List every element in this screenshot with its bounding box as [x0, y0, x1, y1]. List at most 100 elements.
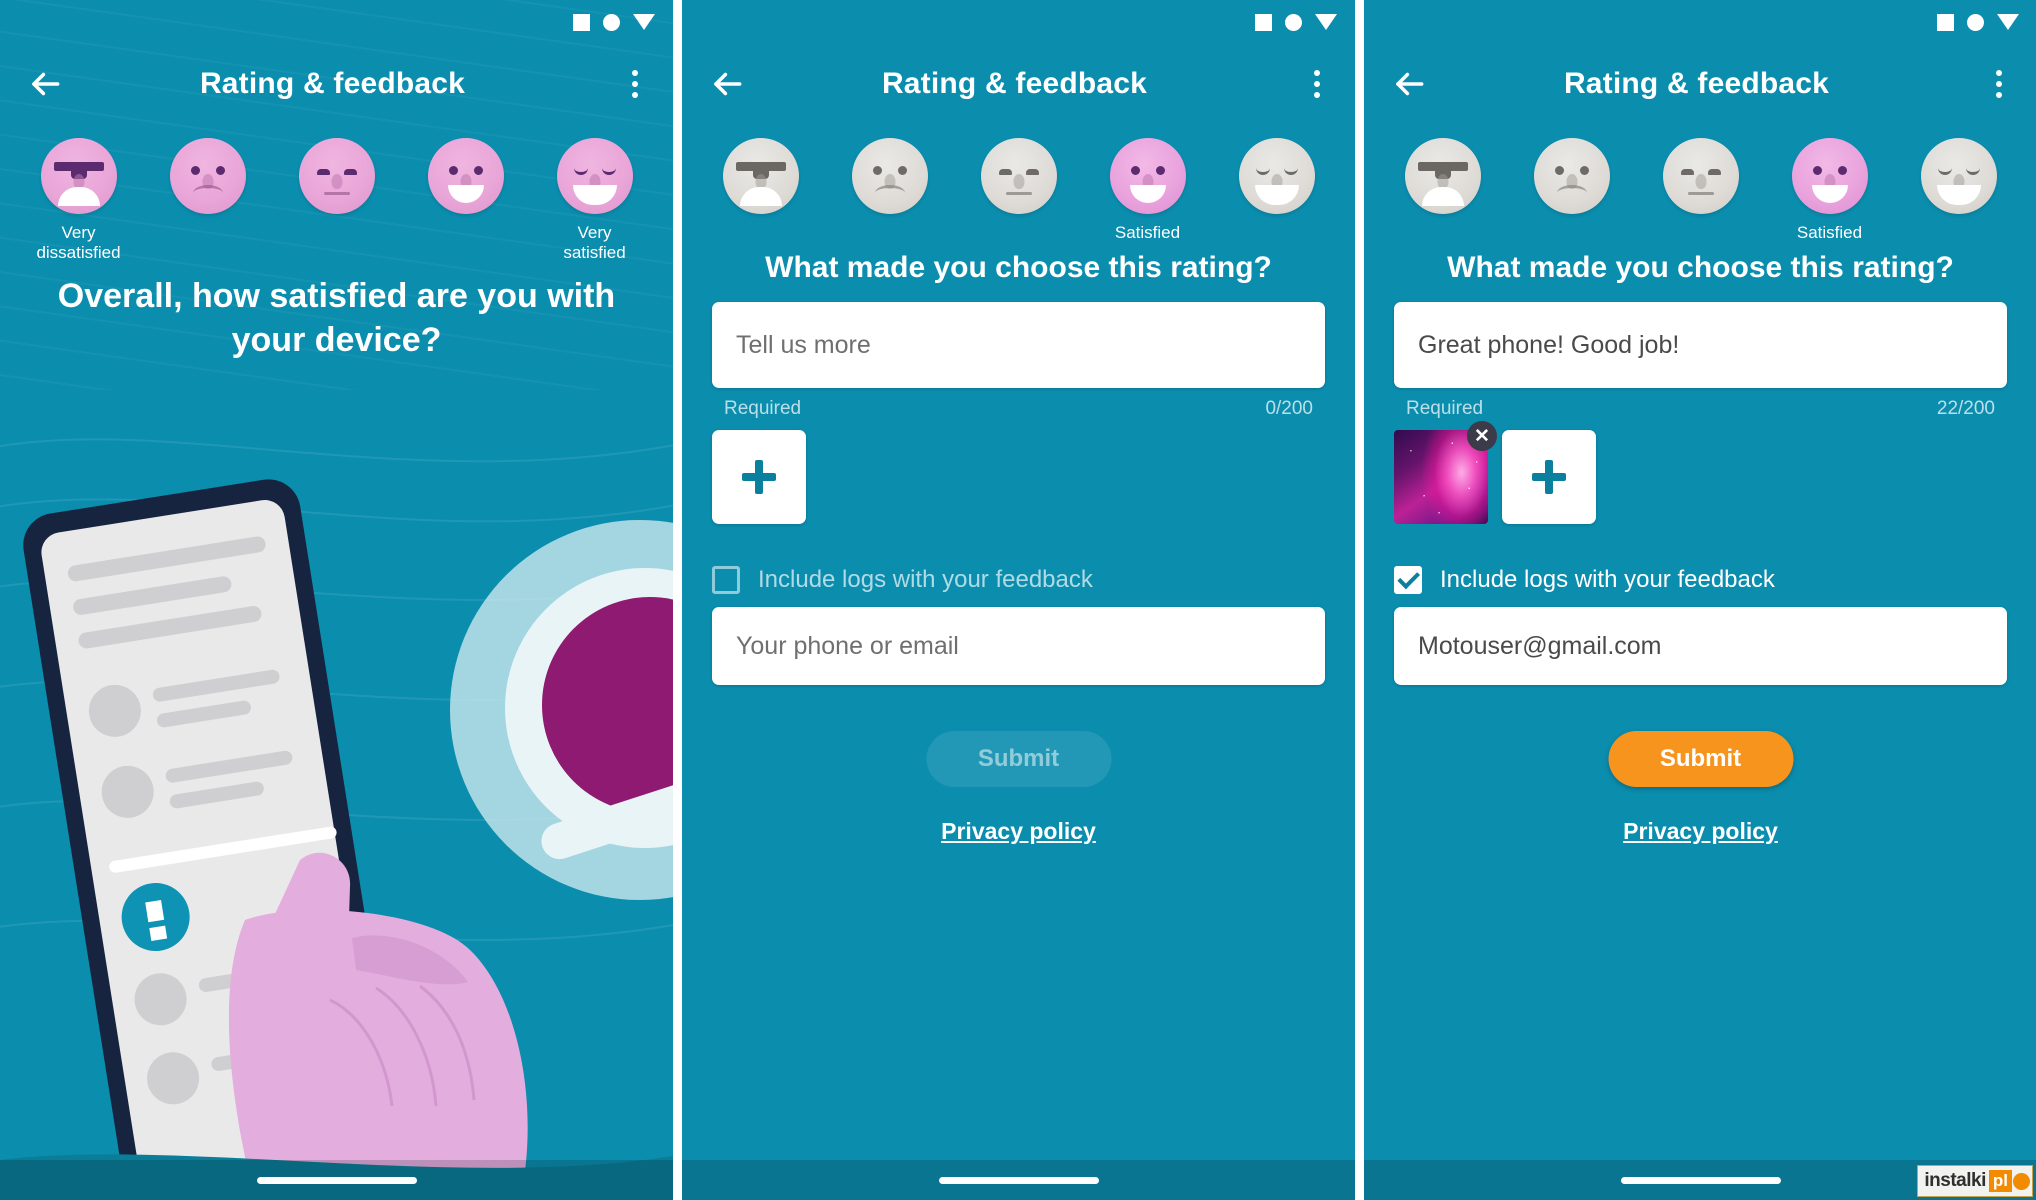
- face-dissatisfied-icon: [851, 138, 928, 214]
- include-logs-checkbox[interactable]: [1394, 566, 1422, 594]
- screen-feedback-empty: Rating & feedback Satisfied What made yo…: [682, 0, 1355, 1200]
- include-logs-row[interactable]: Include logs with your feedback: [1394, 566, 2007, 594]
- face-very-dissatisfied-icon: [722, 138, 799, 214]
- status-bar: [682, 0, 1355, 44]
- rating-option-neutral[interactable]: [281, 138, 393, 214]
- page-title: Rating & feedback: [1563, 67, 1830, 100]
- rating-option-satisfied[interactable]: [410, 138, 522, 214]
- face-very-satisfied-icon: [1920, 138, 1997, 214]
- rating-emoji-row: Satisfied: [1364, 138, 2036, 243]
- contact-input[interactable]: Motouser@gmail.com: [1394, 607, 2007, 685]
- rating-option-dissatisfied[interactable]: [1516, 138, 1628, 214]
- screenshot-strip: Rating & feedback Very dissatisfied Very…: [0, 0, 2036, 1200]
- home-indicator[interactable]: [938, 1176, 1099, 1184]
- rating-option-dissatisfied[interactable]: [834, 138, 946, 214]
- rating-option-neutral[interactable]: [963, 138, 1075, 214]
- privacy-policy-link[interactable]: Privacy policy: [682, 818, 1355, 845]
- face-neutral-icon: [980, 138, 1057, 214]
- required-label: Required: [724, 398, 802, 419]
- include-logs-checkbox[interactable]: [712, 566, 740, 594]
- rating-option-very-satisfied[interactable]: [1903, 138, 2015, 214]
- submit-button[interactable]: Submit: [1608, 731, 1793, 787]
- rating-label-satisfied: Satisfied: [1796, 223, 1863, 242]
- rating-option-very-satisfied[interactable]: Very satisfied: [539, 138, 651, 263]
- required-label: Required: [1406, 398, 1484, 419]
- screen-rating-question: Rating & feedback Very dissatisfied Very…: [0, 0, 673, 1200]
- watermark-suffix: pl: [1988, 1170, 2012, 1192]
- page-title: Rating & feedback: [199, 67, 466, 100]
- circle-icon: [1285, 13, 1302, 31]
- status-bar: [1364, 0, 2036, 44]
- rating-option-satisfied[interactable]: Satisfied: [1774, 138, 1886, 243]
- add-attachment-button[interactable]: [1502, 430, 1596, 524]
- rating-option-very-dissatisfied[interactable]: Very dissatisfied: [23, 138, 135, 263]
- rating-label-very-satisfied: Very satisfied: [563, 223, 626, 262]
- watermark: instalki pl: [1917, 1165, 2033, 1197]
- rating-option-very-dissatisfied[interactable]: [1387, 138, 1499, 214]
- rating-option-dissatisfied[interactable]: [152, 138, 264, 214]
- feedback-textarea[interactable]: Great phone! Good job!: [1394, 302, 2007, 388]
- face-dissatisfied-icon: [1533, 138, 1610, 214]
- plus-icon: [742, 460, 776, 494]
- screen-feedback-filled: Rating & feedback Satisfied What made yo…: [1364, 0, 2036, 1200]
- square-icon: [1937, 13, 1954, 31]
- hand-tapping-phone-illustration: [0, 390, 673, 1200]
- feedback-question-heading: What made you choose this rating?: [765, 251, 1272, 284]
- face-very-satisfied-icon: [1238, 138, 1315, 214]
- feedback-helper-row: Required 0/200: [724, 398, 1313, 420]
- rating-emoji-row: Very dissatisfied Very satisfied: [0, 138, 673, 263]
- face-satisfied-icon: [1109, 138, 1186, 214]
- face-very-dissatisfied-icon: [40, 138, 117, 214]
- attachment-thumbnail-wrapper[interactable]: ✕: [1394, 421, 1497, 524]
- face-satisfied-icon: [1791, 138, 1868, 214]
- triangle-down-icon: [633, 14, 655, 30]
- face-satisfied-icon: [427, 138, 504, 214]
- face-neutral-icon: [1662, 138, 1739, 214]
- rating-option-very-dissatisfied[interactable]: [705, 138, 817, 214]
- app-bar: Rating & feedback: [1364, 44, 2036, 124]
- character-counter: 22/200: [1936, 398, 1995, 419]
- circle-icon: [1967, 13, 1984, 31]
- page-title: Rating & feedback: [881, 67, 1148, 100]
- overflow-menu-icon[interactable]: [1967, 47, 2031, 121]
- contact-input[interactable]: Your phone or email: [712, 607, 1325, 685]
- navigation-bar: [0, 1160, 673, 1200]
- close-icon[interactable]: ✕: [1467, 421, 1497, 451]
- attachments-row: [712, 430, 1325, 524]
- character-counter: 0/200: [1265, 398, 1313, 419]
- app-bar: Rating & feedback: [0, 44, 673, 124]
- attachments-row: ✕: [1394, 421, 2007, 524]
- overflow-menu-icon[interactable]: [603, 47, 667, 121]
- add-attachment-button[interactable]: [712, 430, 806, 524]
- submit-button[interactable]: Submit: [926, 731, 1111, 787]
- triangle-down-icon: [1315, 14, 1337, 30]
- plus-icon: [1532, 460, 1566, 494]
- feedback-helper-row: Required 22/200: [1406, 398, 1995, 420]
- rating-emoji-row: Satisfied: [682, 138, 1355, 243]
- face-very-dissatisfied-icon: [1404, 138, 1481, 214]
- rating-option-neutral[interactable]: [1645, 138, 1757, 214]
- overflow-menu-icon[interactable]: [1285, 47, 1349, 121]
- include-logs-label: Include logs with your feedback: [758, 566, 1093, 593]
- square-icon: [573, 13, 590, 31]
- home-indicator[interactable]: [256, 1176, 417, 1184]
- feedback-textarea[interactable]: Tell us more: [712, 302, 1325, 388]
- face-dissatisfied-icon: [169, 138, 246, 214]
- privacy-policy-link[interactable]: Privacy policy: [1364, 818, 2036, 845]
- rating-option-very-satisfied[interactable]: [1221, 138, 1333, 214]
- status-bar: [0, 0, 673, 44]
- include-logs-row[interactable]: Include logs with your feedback: [712, 566, 1325, 594]
- square-icon: [1255, 13, 1272, 31]
- watermark-text: instalki: [1924, 1170, 1986, 1191]
- rating-label-satisfied: Satisfied: [1114, 223, 1181, 242]
- feedback-question-heading: What made you choose this rating?: [1447, 251, 1954, 284]
- navigation-bar: [682, 1160, 1355, 1200]
- include-logs-label: Include logs with your feedback: [1440, 566, 1775, 593]
- gear-icon: [2013, 1172, 2030, 1190]
- app-bar: Rating & feedback: [682, 44, 1355, 124]
- rating-option-satisfied[interactable]: Satisfied: [1092, 138, 1204, 243]
- rating-question-heading: Overall, how satisfied are you with your…: [57, 277, 616, 359]
- triangle-down-icon: [1997, 14, 2019, 30]
- face-neutral-icon: [298, 138, 375, 214]
- home-indicator[interactable]: [1620, 1176, 1781, 1184]
